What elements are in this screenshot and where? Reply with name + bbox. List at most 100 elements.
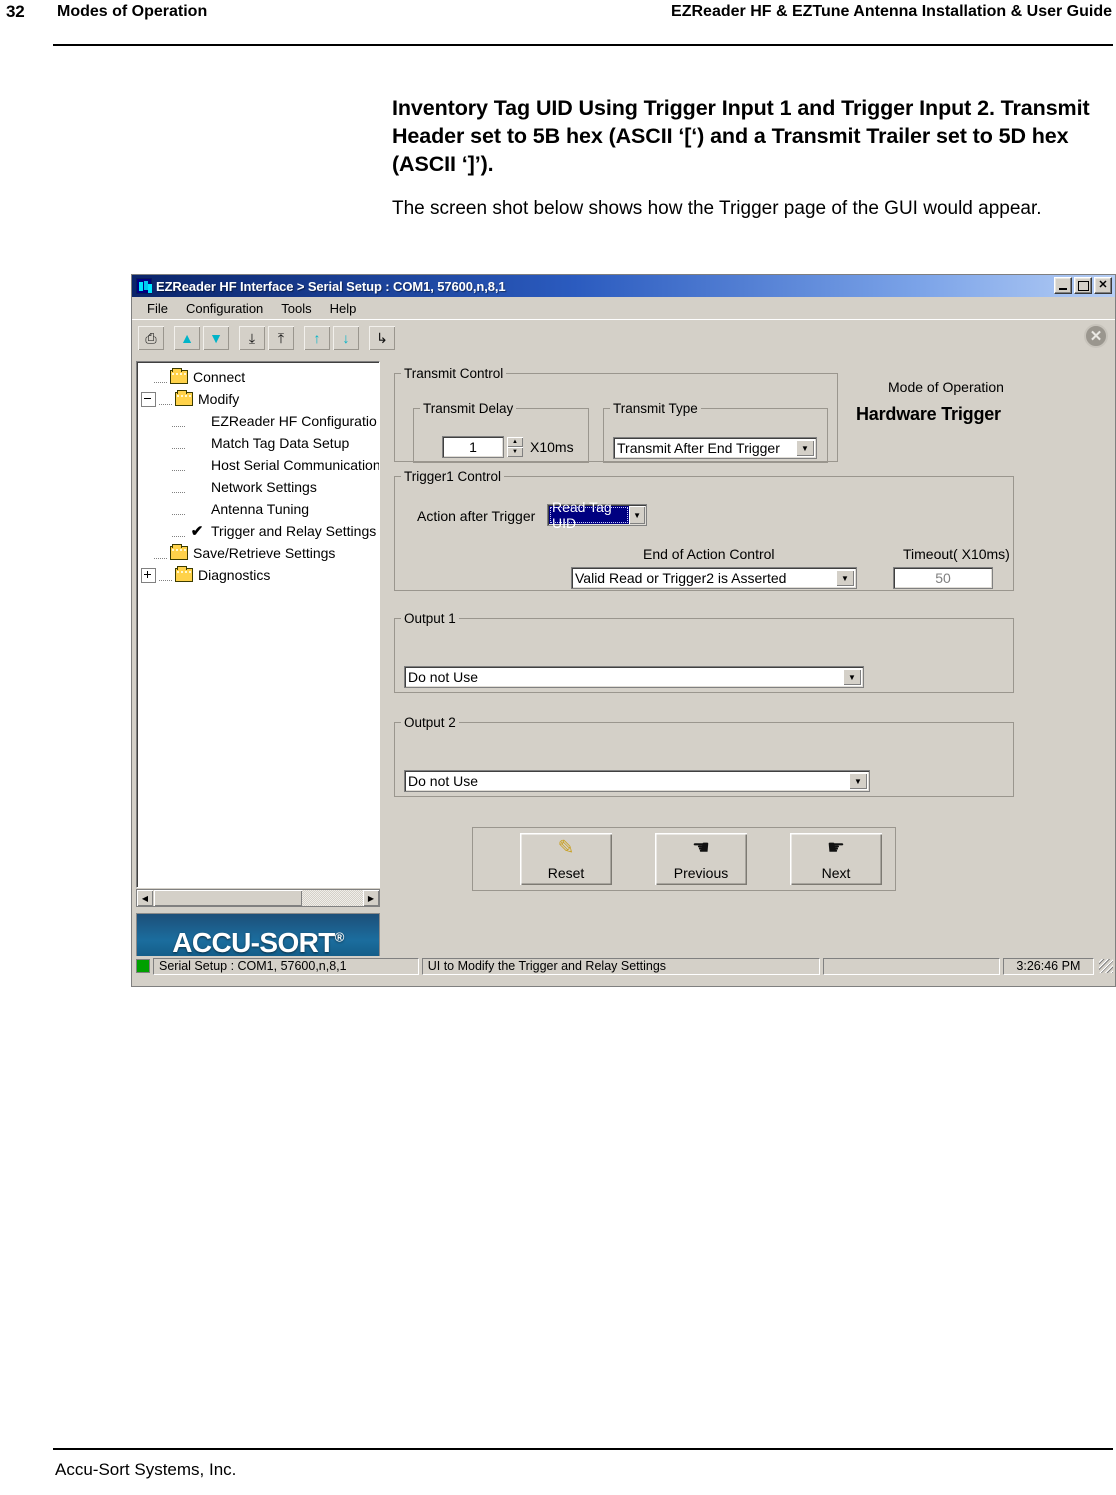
toolbar-group-file: ⎙ (137, 325, 166, 351)
navigation-buttons: ✎ Reset ☚ Previous ☛ Next (473, 828, 895, 885)
tree-item-label: Connect (193, 369, 246, 385)
menu-item-tools[interactable]: Tools (272, 299, 320, 318)
timeout-input[interactable]: 50 (893, 567, 993, 589)
tree-item-label: Save/Retrieve Settings (193, 545, 336, 561)
user-download-button[interactable]: ↓ (332, 325, 360, 351)
transmit-delay-legend: Transmit Delay (423, 401, 514, 416)
output2-dropdown[interactable]: Do not Use ▼ (404, 770, 870, 792)
chevron-down-icon[interactable]: ▼ (796, 440, 814, 456)
reset-button-label: Reset (547, 865, 585, 881)
transmit-type-legend: Transmit Type (613, 401, 698, 416)
tree-item-label: Diagnostics (198, 567, 271, 583)
tree-connector (159, 394, 175, 405)
tree-item-label: Modify (198, 391, 240, 407)
maximize-button[interactable] (1074, 277, 1092, 294)
menu-item-help[interactable]: Help (321, 299, 366, 318)
resize-grip-icon[interactable] (1099, 959, 1113, 973)
tree-item-trigger-and-relay-settings[interactable]: ✔ Trigger and Relay Settings (141, 520, 379, 542)
toolbar-close-icon[interactable]: ✕ (1084, 324, 1108, 348)
body-column: Inventory Tag UID Using Trigger Input 1 … (392, 95, 1092, 221)
user-upload-button[interactable]: ↑ (303, 325, 331, 351)
hand-pointing-right-icon: ☛ (827, 837, 845, 859)
action-after-trigger-dropdown[interactable]: Read Tag UID ▼ (547, 499, 647, 531)
timeout-label: Timeout( X10ms) (903, 546, 1010, 562)
transmit-delay-input[interactable]: 1 (442, 436, 504, 458)
transmit-delay-unit-label: X10ms (530, 439, 574, 455)
settings-content: Transmit Control Transmit Delay 1 ▲ ▼ X1… (388, 361, 1104, 973)
folder-icon (175, 566, 193, 582)
stepper-up-icon[interactable]: ▲ (507, 437, 523, 447)
previous-button[interactable]: ☚ Previous (655, 833, 747, 885)
tree-item-save-retrieve-settings[interactable]: Save/Retrieve Settings (141, 542, 379, 564)
document-footer: Accu-Sort Systems, Inc. (55, 1460, 237, 1479)
save-settings-button[interactable]: ⎙ (137, 325, 165, 351)
tree-list: Connect Modify EZReader HF Configuratio (137, 362, 379, 586)
chevron-down-icon[interactable]: ▼ (849, 773, 867, 789)
tree-item-modify[interactable]: Modify (141, 388, 379, 410)
close-button[interactable]: ✕ (1094, 277, 1112, 294)
tree-connector (154, 372, 170, 383)
end-of-action-control-label: End of Action Control (643, 546, 775, 562)
action-after-trigger-value: Read Tag UID (549, 499, 630, 531)
window-controls: ✕ (1054, 277, 1112, 294)
upload-arrow-up-button[interactable]: ▲ (173, 325, 201, 351)
next-button[interactable]: ☛ Next (790, 833, 882, 885)
scrollbar-thumb[interactable] (154, 890, 302, 906)
read-device-down-icon: ⤓ (248, 330, 256, 346)
output1-value: Do not Use (408, 669, 479, 685)
read-device-button[interactable]: ⤓ (238, 325, 266, 351)
stepper-down-icon[interactable]: ▼ (507, 447, 523, 457)
navigation-tree[interactable]: Connect Modify EZReader HF Configuratio (136, 361, 380, 888)
chevron-down-icon[interactable]: ▼ (836, 570, 854, 586)
expand-plus-icon[interactable] (141, 567, 156, 583)
transmit-delay-group: Transmit Delay 1 ▲ ▼ X10ms (413, 401, 589, 463)
check-icon: ✔ (190, 522, 204, 540)
folder-icon (170, 544, 188, 560)
scrollbar-track[interactable] (302, 890, 363, 906)
reset-button[interactable]: ✎ Reset (520, 833, 612, 885)
tree-horizontal-scrollbar[interactable]: ◀ ▶ (136, 889, 380, 907)
minimize-button[interactable] (1054, 277, 1072, 294)
pointer-tool-button[interactable]: ↳ (368, 325, 396, 351)
transmit-type-group: Transmit Type Transmit After End Trigger… (603, 401, 828, 463)
chevron-down-icon[interactable]: ▼ (629, 506, 645, 524)
status-connection: Serial Setup : COM1, 57600,n,8,1 (153, 957, 419, 975)
tree-item-diagnostics[interactable]: Diagnostics (141, 564, 379, 586)
tree-item-ezreader-hf-configuration[interactable]: EZReader HF Configuratio (141, 410, 379, 432)
menu-item-configuration[interactable]: Configuration (177, 299, 272, 318)
transmit-type-dropdown[interactable]: Transmit After End Trigger ▼ (613, 437, 817, 459)
status-progress-bar (823, 957, 1000, 975)
scroll-right-arrow-icon[interactable]: ▶ (363, 890, 379, 906)
client-area: Connect Modify EZReader HF Configuratio (134, 357, 1113, 973)
tree-item-antenna-tuning[interactable]: Antenna Tuning (141, 498, 379, 520)
tree-item-label: Antenna Tuning (211, 501, 310, 517)
tree-item-connect[interactable]: Connect (141, 366, 379, 388)
menu-item-file[interactable]: File (138, 299, 177, 318)
tree-item-host-serial-communication[interactable]: Host Serial Communication (141, 454, 379, 476)
output1-dropdown[interactable]: Do not Use ▼ (404, 666, 864, 688)
next-button-label: Next (821, 865, 851, 881)
chevron-down-icon[interactable]: ▼ (843, 669, 861, 685)
output2-legend: Output 2 (404, 715, 456, 730)
header-rule (53, 44, 1113, 46)
download-arrow-down-button[interactable]: ▼ (202, 325, 230, 351)
footer-rule (53, 1448, 1113, 1450)
tree-item-network-settings[interactable]: Network Settings (141, 476, 379, 498)
previous-button-label: Previous (673, 865, 729, 881)
write-device-button[interactable]: ⤒ (267, 325, 295, 351)
registered-mark: ® (334, 929, 345, 945)
scroll-left-arrow-icon[interactable]: ◀ (137, 890, 153, 906)
tree-item-label: Host Serial Communication (211, 457, 380, 473)
tree-item-match-tag-data-setup[interactable]: Match Tag Data Setup (141, 432, 379, 454)
tree-connector (172, 526, 188, 537)
tree-connector (172, 460, 188, 471)
collapse-minus-icon[interactable] (141, 391, 156, 407)
tree-item-label: Match Tag Data Setup (211, 435, 350, 451)
menu-bar: File Configuration Tools Help (132, 297, 1115, 319)
tree-connector (172, 482, 188, 493)
toolbar-group-user: ↑ ↓ (303, 325, 361, 351)
write-device-up-icon: ⤒ (277, 330, 285, 346)
logo-text: ACCU-SORT (172, 927, 335, 958)
end-of-action-control-dropdown[interactable]: Valid Read or Trigger2 is Asserted ▼ (571, 567, 857, 589)
transmit-delay-stepper[interactable]: ▲ ▼ (507, 437, 523, 457)
